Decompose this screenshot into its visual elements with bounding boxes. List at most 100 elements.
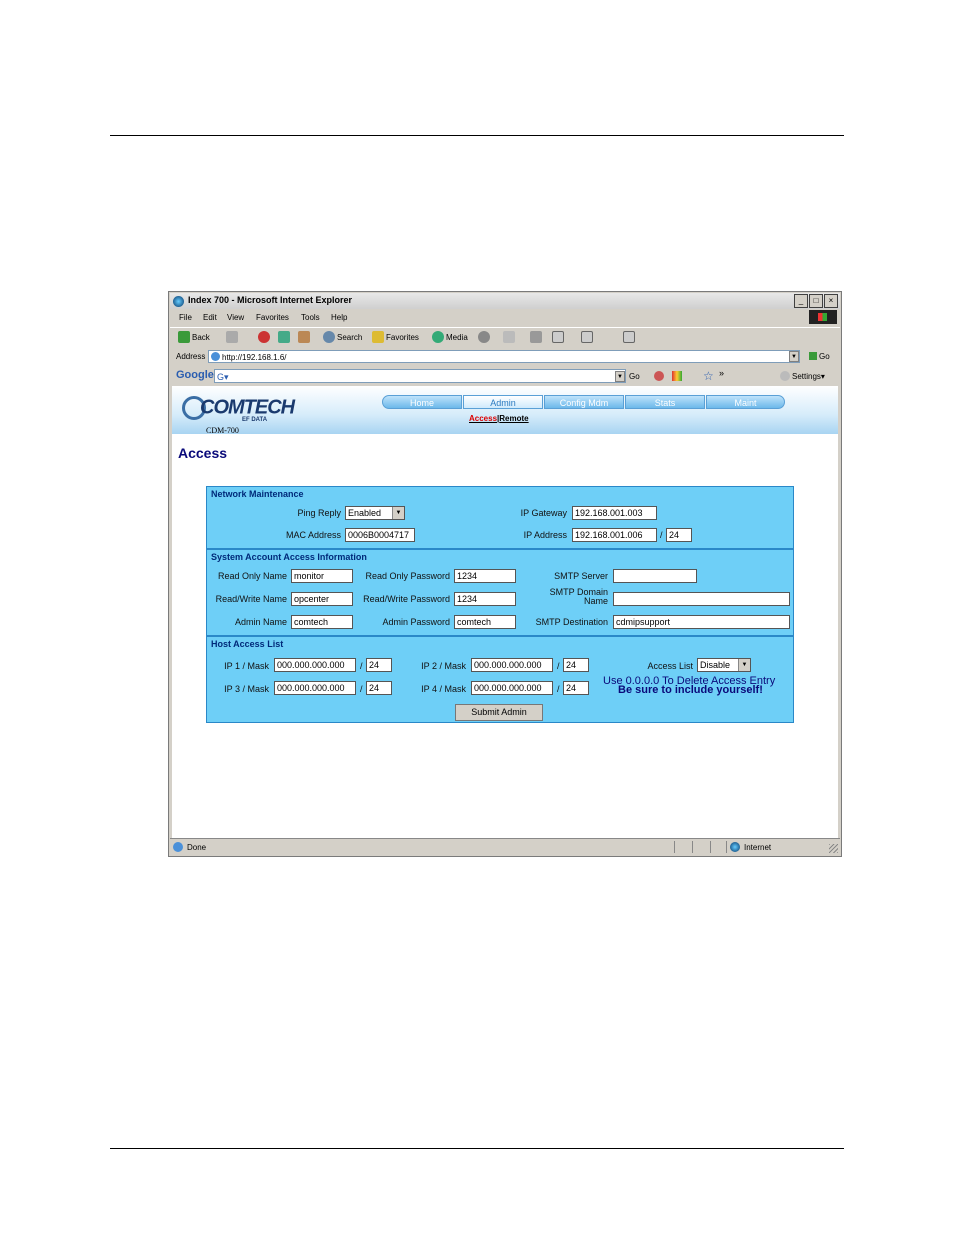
smtp-destination-field[interactable]: cdmipsupport <box>613 615 790 629</box>
media-button[interactable]: Media <box>446 333 468 342</box>
ip2-mask-field[interactable]: 24 <box>563 658 589 672</box>
menu-view[interactable]: View <box>227 313 244 322</box>
menu-favorites[interactable]: Favorites <box>256 313 289 322</box>
print-icon[interactable] <box>530 331 542 343</box>
mask-separator: / <box>660 530 663 540</box>
ip3-mask-label: IP 3 / Mask <box>224 684 269 694</box>
sub-nav: Access|Remote <box>469 414 529 423</box>
subnav-access-link[interactable]: Access <box>469 414 497 423</box>
page-done-icon <box>173 842 183 852</box>
tab-maint[interactable]: Maint <box>706 395 785 409</box>
bottom-rule <box>110 1148 844 1149</box>
status-divider <box>710 841 711 853</box>
ip1-mask-separator: / <box>360 661 363 671</box>
access-list-select[interactable]: Disable ▼ <box>697 658 751 672</box>
forward-arrow-icon[interactable] <box>226 331 238 343</box>
read-only-name-field[interactable]: monitor <box>291 569 353 583</box>
ip-gateway-field[interactable]: 192.168.001.003 <box>572 506 657 520</box>
ip-mask-field[interactable]: 24 <box>666 528 692 542</box>
main-nav: Home Admin Config Mdm Stats Maint <box>382 395 785 409</box>
address-input[interactable]: http://192.168.1.6/ <box>208 350 800 363</box>
internet-globe-icon <box>730 842 740 852</box>
stop-icon[interactable] <box>258 331 270 343</box>
resize-grip-icon[interactable] <box>829 844 838 853</box>
ip-address-field[interactable]: 192.168.001.006 <box>572 528 657 542</box>
search-button[interactable]: Search <box>337 333 362 342</box>
favorites-button[interactable]: Favorites <box>386 333 419 342</box>
minimize-button[interactable]: _ <box>794 294 808 308</box>
go-arrow-icon[interactable] <box>809 352 817 360</box>
menu-tools[interactable]: Tools <box>301 313 320 322</box>
access-list-label: Access List <box>647 661 693 671</box>
ip2-mask-label: IP 2 / Mask <box>421 661 466 671</box>
home-icon[interactable] <box>298 331 310 343</box>
history-icon[interactable] <box>478 331 490 343</box>
ip3-mask-separator: / <box>360 684 363 694</box>
ip1-field[interactable]: 000.000.000.000 <box>274 658 356 672</box>
favorites-icon[interactable] <box>372 331 384 343</box>
toolbar: Back Search Favorites Media <box>170 327 840 348</box>
security-zone: Internet <box>744 843 772 852</box>
header-banner: COMTECH EF DATA CDM-700 Home Admin Confi… <box>172 386 838 435</box>
menu-edit[interactable]: Edit <box>203 313 217 322</box>
address-dropdown-icon[interactable]: ▼ <box>789 351 799 362</box>
status-divider <box>692 841 693 853</box>
ip2-field[interactable]: 000.000.000.000 <box>471 658 553 672</box>
menu-file[interactable]: File <box>179 313 192 322</box>
maximize-button[interactable]: □ <box>809 294 823 308</box>
google-tool-icon-2[interactable] <box>672 371 682 381</box>
mail-icon[interactable] <box>503 331 515 343</box>
media-icon[interactable] <box>432 331 444 343</box>
smtp-server-label: SMTP Server <box>554 571 608 581</box>
read-write-name-label: Read/Write Name <box>215 594 287 604</box>
tab-stats[interactable]: Stats <box>625 395 705 409</box>
google-go-button[interactable]: Go <box>629 372 640 381</box>
google-search-input[interactable]: G▾ <box>214 369 626 383</box>
close-button[interactable]: × <box>824 294 838 308</box>
settings-button[interactable]: Settings▾ <box>792 372 825 381</box>
ip4-mask-field[interactable]: 24 <box>563 681 589 695</box>
admin-password-field[interactable]: comtech <box>454 615 516 629</box>
menu-help[interactable]: Help <box>331 313 347 322</box>
edit-icon[interactable] <box>552 331 564 343</box>
bookmark-star-icon[interactable]: ☆ <box>703 369 714 383</box>
settings-icon[interactable] <box>780 371 790 381</box>
google-dropdown-icon[interactable]: ▼ <box>615 371 625 382</box>
windows-logo-icon <box>809 310 837 324</box>
ip4-field[interactable]: 000.000.000.000 <box>471 681 553 695</box>
google-tool-icon-1[interactable] <box>654 371 664 381</box>
admin-name-label: Admin Name <box>234 617 287 627</box>
chevron-down-icon: ▼ <box>392 507 404 519</box>
model-label: CDM-700 <box>206 426 239 435</box>
submit-admin-button[interactable]: Submit Admin <box>455 704 543 721</box>
back-button[interactable]: Back <box>192 333 210 342</box>
mac-address-field[interactable]: 0006B0004717 <box>345 528 415 542</box>
read-only-password-label: Read Only Password <box>365 571 450 581</box>
tab-home[interactable]: Home <box>382 395 462 409</box>
tab-admin[interactable]: Admin <box>463 395 543 409</box>
back-arrow-icon[interactable] <box>178 331 190 343</box>
google-g-icon[interactable]: G▾ <box>217 372 229 383</box>
ip1-mask-field[interactable]: 24 <box>366 658 392 672</box>
more-chevron-icon[interactable]: » <box>719 368 724 378</box>
ip3-field[interactable]: 000.000.000.000 <box>274 681 356 695</box>
ping-reply-select[interactable]: Enabled ▼ <box>345 506 405 520</box>
address-label: Address <box>176 352 206 361</box>
read-write-password-field[interactable]: 1234 <box>454 592 516 606</box>
discuss-icon[interactable] <box>581 331 593 343</box>
refresh-icon[interactable] <box>278 331 290 343</box>
read-only-password-field[interactable]: 1234 <box>454 569 516 583</box>
read-write-name-field[interactable]: opcenter <box>291 592 353 606</box>
ip3-mask-field[interactable]: 24 <box>366 681 392 695</box>
status-divider <box>674 841 675 853</box>
smtp-server-field[interactable] <box>613 569 697 583</box>
messenger-icon[interactable] <box>623 331 635 343</box>
mac-address-label: MAC Address <box>285 530 341 540</box>
search-icon[interactable] <box>323 331 335 343</box>
smtp-domain-field[interactable] <box>613 592 790 606</box>
tab-config-mdm[interactable]: Config Mdm <box>544 395 624 409</box>
go-button[interactable]: Go <box>819 352 830 361</box>
subnav-remote-link[interactable]: Remote <box>499 414 528 423</box>
admin-name-field[interactable]: comtech <box>291 615 353 629</box>
page-title: Access <box>178 445 228 461</box>
